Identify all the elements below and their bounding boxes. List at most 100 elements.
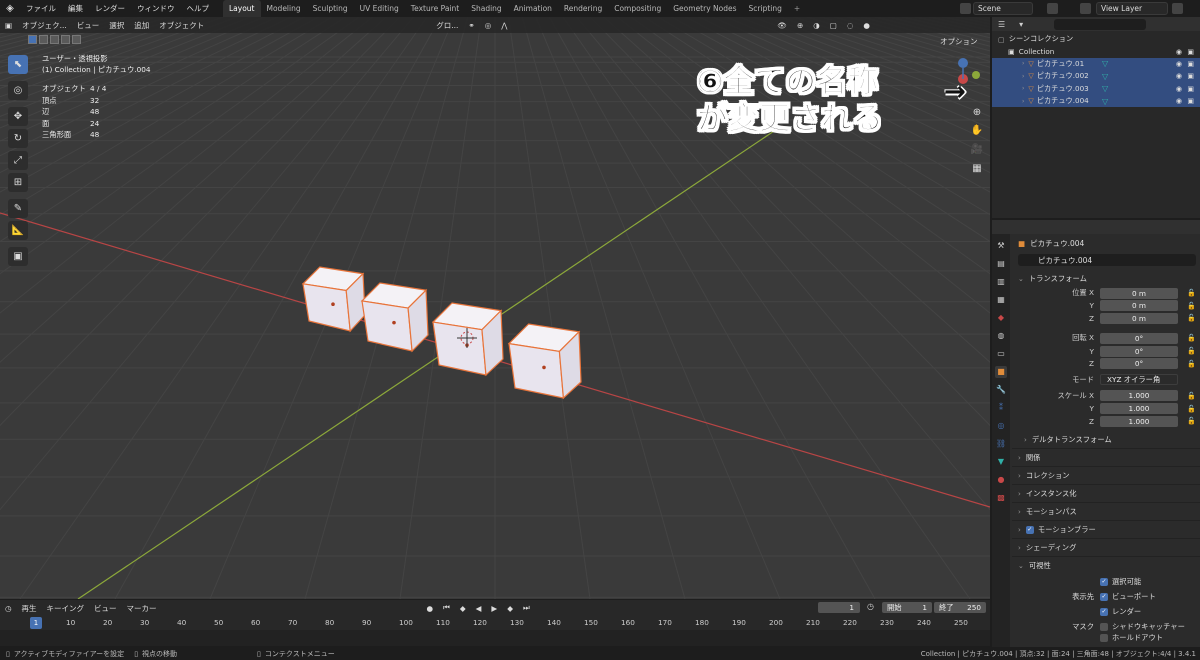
shading-panel-header[interactable]: › シェーディング xyxy=(1012,539,1200,556)
new-view-layer-icon[interactable] xyxy=(1172,3,1183,14)
location-z-field[interactable]: 0 m xyxy=(1100,312,1178,324)
options-dropdown[interactable]: オプション xyxy=(940,36,978,47)
3d-viewport[interactable]: ▣ オブジェク... ビュー 選択 追加 オブジェクト グロ... ⚭ ◎ ⋀ … xyxy=(0,17,990,599)
scene-collection-row[interactable]: ▢ シーンコレクション xyxy=(992,33,1200,45)
view-layer-icon[interactable] xyxy=(1080,3,1091,14)
expand-chevron-icon[interactable]: › xyxy=(1022,85,1024,92)
gizmo-icon[interactable]: ⊕ xyxy=(792,21,808,30)
outliner-object-row[interactable]: › ▽ ピカチュウ.002 ▽ ◉ ▣ xyxy=(992,70,1200,83)
selectable-checkbox[interactable]: ✓ xyxy=(1100,577,1108,586)
collections-panel-header[interactable]: › コレクション xyxy=(1012,467,1200,484)
current-frame-field[interactable]: 1 xyxy=(818,602,860,613)
delta-transform-header[interactable]: › デルタトランスフォーム xyxy=(1012,431,1200,448)
end-frame-field[interactable]: 終了 250 xyxy=(934,602,986,613)
tool-tab-icon[interactable]: ⚒ xyxy=(995,240,1007,252)
expand-chevron-icon[interactable]: › xyxy=(1022,60,1024,67)
select-subtract-icon[interactable] xyxy=(50,35,59,44)
cube-object[interactable] xyxy=(431,302,504,377)
shading-solid-icon[interactable]: ● xyxy=(858,21,875,30)
select-invert-icon[interactable] xyxy=(61,35,70,44)
output-tab-icon[interactable]: ▥ xyxy=(995,276,1007,288)
scale-x-field[interactable]: 1.000 xyxy=(1100,390,1178,402)
tab-sculpting[interactable]: Sculpting xyxy=(307,0,354,17)
zoom-icon[interactable]: ⊕ xyxy=(968,107,986,121)
tab-geometry-nodes[interactable]: Geometry Nodes xyxy=(667,0,742,17)
rotation-mode-dropdown[interactable]: XYZ オイラー角 xyxy=(1100,374,1178,386)
next-key-icon[interactable]: ◆ xyxy=(502,604,518,613)
location-y-field[interactable]: 0 m xyxy=(1100,300,1178,312)
constraints-tab-icon[interactable]: ⛓ xyxy=(995,438,1007,450)
pivot-icon[interactable]: ⚭ xyxy=(463,21,479,30)
menu-select[interactable]: 選択 xyxy=(104,20,129,31)
start-frame-field[interactable]: 開始 1 xyxy=(882,602,932,613)
expand-chevron-icon[interactable]: › xyxy=(1022,98,1024,105)
scale-tool-icon[interactable]: ⤢ xyxy=(8,151,28,170)
instancing-panel-header[interactable]: › インスタンス化 xyxy=(1012,485,1200,502)
tab-animation[interactable]: Animation xyxy=(508,0,558,17)
eye-icon[interactable]: ◉ xyxy=(1176,85,1182,93)
rotation-y-field[interactable]: 0° xyxy=(1100,345,1178,357)
mode-dropdown[interactable]: オブジェク... xyxy=(17,20,72,31)
lock-icon[interactable]: 🔓 xyxy=(1187,405,1196,413)
shadow-catcher-checkbox[interactable] xyxy=(1100,622,1108,631)
record-icon[interactable]: ● xyxy=(422,604,439,613)
blender-logo-icon[interactable]: ◈ xyxy=(0,0,20,17)
transform-tool-icon[interactable]: ⊞ xyxy=(8,173,28,192)
visibility-panel-header[interactable]: ⌄ 可視性 xyxy=(1012,557,1200,574)
snap-icon[interactable]: ◎ xyxy=(480,21,497,30)
lock-icon[interactable]: 🔓 xyxy=(1187,417,1196,425)
expand-chevron-icon[interactable]: › xyxy=(1022,73,1024,80)
mesh-data-icon[interactable]: ▽ xyxy=(1102,59,1108,68)
lock-icon[interactable]: 🔓 xyxy=(1187,347,1196,355)
camera-view-icon[interactable]: 🎥 xyxy=(968,144,986,158)
render-camera-icon[interactable]: ▣ xyxy=(1187,72,1194,80)
lock-icon[interactable]: 🔓 xyxy=(1187,314,1196,322)
clock-icon[interactable]: ◷ xyxy=(867,602,874,611)
measure-tool-icon[interactable]: 📐 xyxy=(8,221,28,240)
menu-marker[interactable]: マーカー xyxy=(122,603,162,614)
add-workspace-icon[interactable]: + xyxy=(788,0,806,17)
cursor-tool-icon[interactable]: ◎ xyxy=(8,81,28,100)
mesh-data-icon[interactable]: ▽ xyxy=(1102,84,1108,93)
playhead[interactable]: 1 xyxy=(30,617,42,629)
select-extend-icon[interactable] xyxy=(39,35,48,44)
eye-icon[interactable]: ◉ xyxy=(1176,60,1182,68)
pan-hand-icon[interactable]: ✋ xyxy=(968,125,986,139)
menu-file[interactable]: ファイル xyxy=(20,0,62,17)
menu-keying[interactable]: キーイング xyxy=(42,603,90,614)
select-box-tool-icon[interactable]: ⬉ xyxy=(8,55,28,74)
tab-shading[interactable]: Shading xyxy=(465,0,507,17)
shading-wire-icon[interactable]: ◌ xyxy=(842,21,859,30)
overlay-icon[interactable]: ◑ xyxy=(808,21,825,30)
object-tab-icon[interactable]: ■ xyxy=(995,366,1007,378)
prev-key-icon[interactable]: ◆ xyxy=(455,604,471,613)
motion-blur-checkbox[interactable]: ✓ xyxy=(1025,525,1034,534)
transform-panel-header[interactable]: ⌄ トランスフォーム xyxy=(1012,270,1200,287)
frame-ruler[interactable]: 1102030405060708090100110120130140150160… xyxy=(0,617,990,629)
render-tab-icon[interactable]: ▤ xyxy=(995,258,1007,270)
cube-object[interactable] xyxy=(360,282,429,353)
eye-icon[interactable]: ◉ xyxy=(1176,48,1182,56)
menu-view[interactable]: ビュー xyxy=(72,20,105,31)
physics-tab-icon[interactable]: ◎ xyxy=(995,420,1007,432)
tab-scripting[interactable]: Scripting xyxy=(743,0,788,17)
modifier-tab-icon[interactable]: 🔧 xyxy=(995,384,1007,396)
jump-end-icon[interactable]: ⏭ xyxy=(518,603,535,613)
rotate-tool-icon[interactable]: ↻ xyxy=(8,129,28,148)
outliner-object-row[interactable]: › ▽ ピカチュウ.003 ▽ ◉ ▣ xyxy=(992,82,1200,95)
render-checkbox[interactable]: ✓ xyxy=(1100,607,1108,616)
rotation-z-field[interactable]: 0° xyxy=(1100,358,1178,370)
material-tab-icon[interactable]: ● xyxy=(995,474,1007,486)
lock-icon[interactable]: 🔓 xyxy=(1187,289,1196,297)
tab-modeling[interactable]: Modeling xyxy=(261,0,307,17)
tab-uv-editing[interactable]: UV Editing xyxy=(354,0,405,17)
move-tool-icon[interactable]: ✥ xyxy=(8,107,28,126)
xray-icon[interactable]: ▢ xyxy=(825,21,842,30)
view-layer-tab-icon[interactable]: ▦ xyxy=(995,294,1007,306)
motion-blur-panel-header[interactable]: › ✓ モーションブラー xyxy=(1012,521,1200,538)
visibility-icon[interactable]: 👁 xyxy=(772,21,792,30)
menu-timeline-view[interactable]: ビュー xyxy=(89,603,122,614)
outliner-search-input[interactable] xyxy=(1054,19,1146,30)
render-camera-icon[interactable]: ▣ xyxy=(1187,48,1194,56)
editor-type-icon[interactable]: ▣ xyxy=(0,21,17,30)
